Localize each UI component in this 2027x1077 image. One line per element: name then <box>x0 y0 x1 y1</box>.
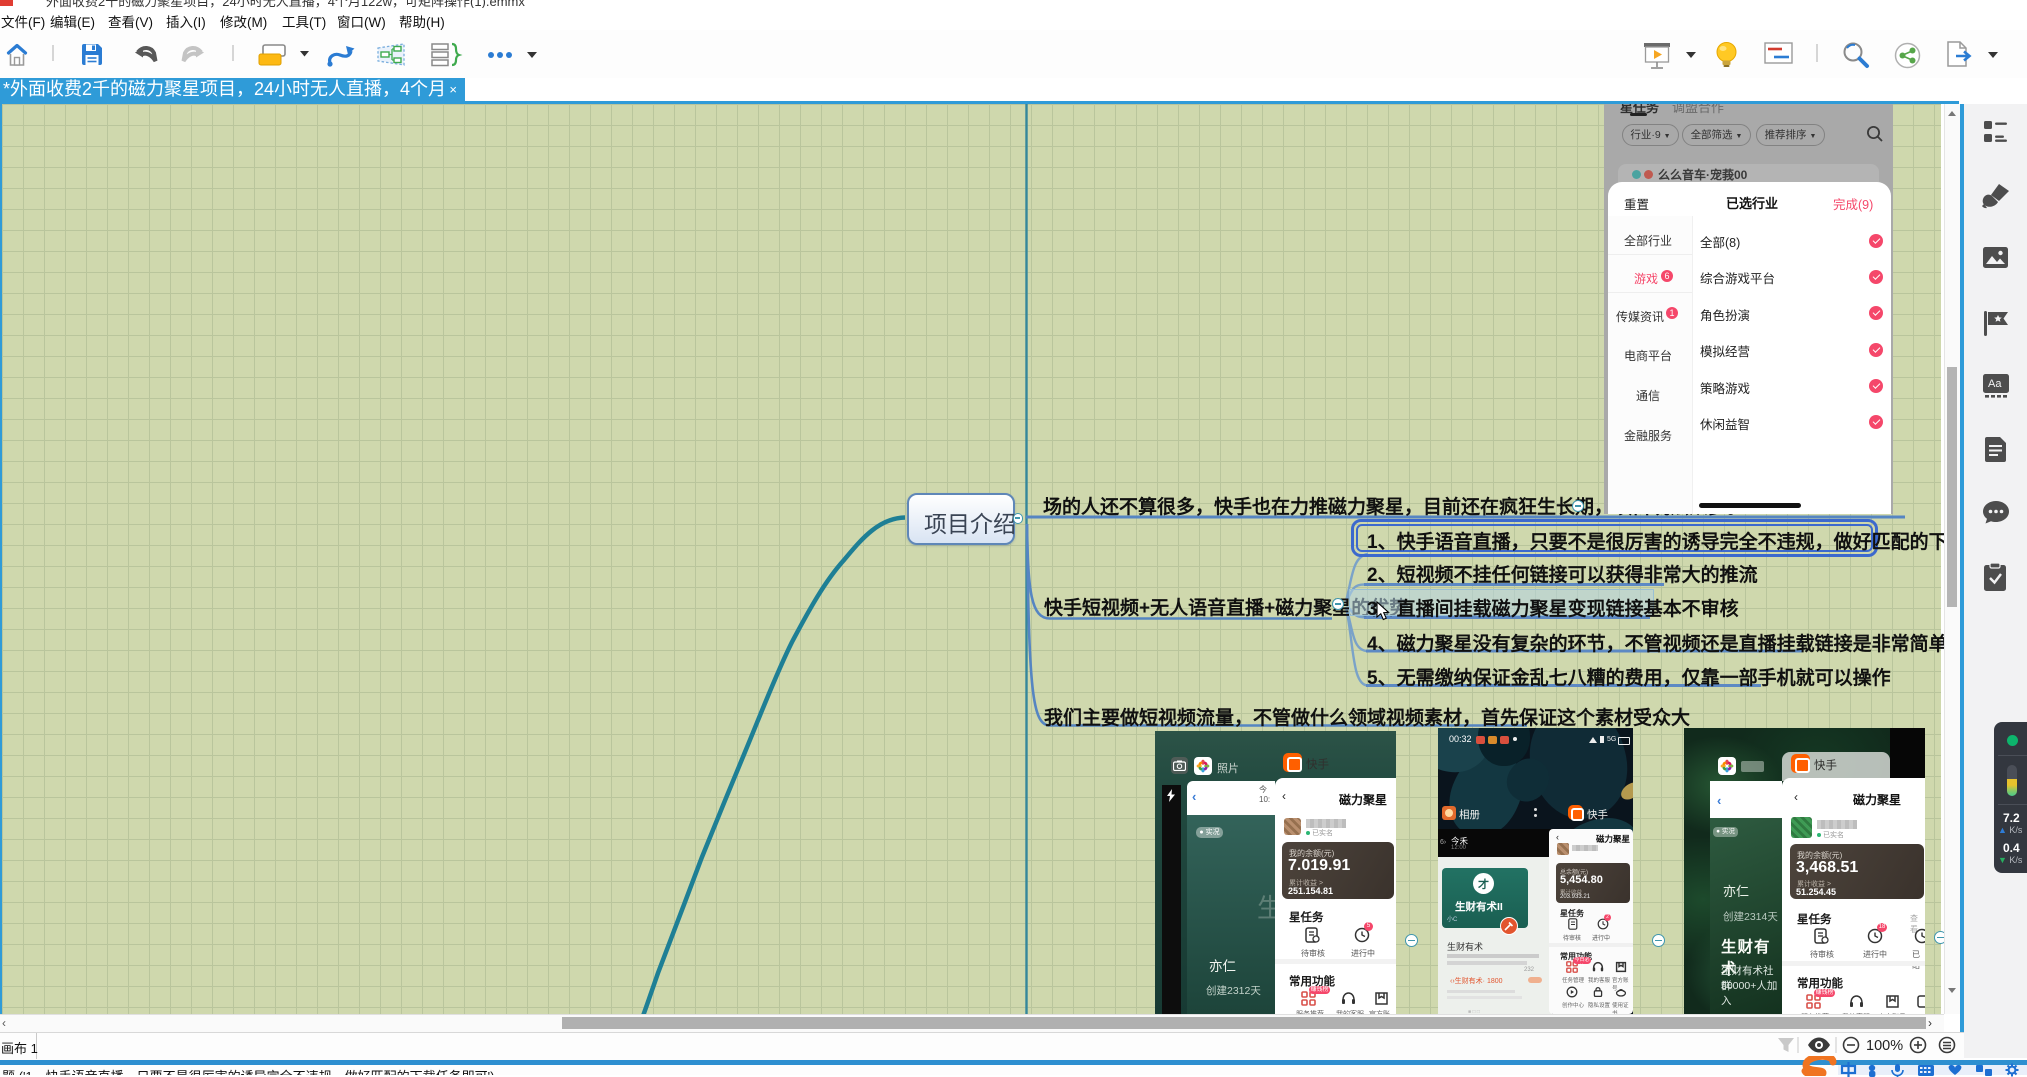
svg-text:100%: 100% <box>1866 1038 1903 1054</box>
svg-text:Aa: Aa <box>1988 378 2002 390</box>
